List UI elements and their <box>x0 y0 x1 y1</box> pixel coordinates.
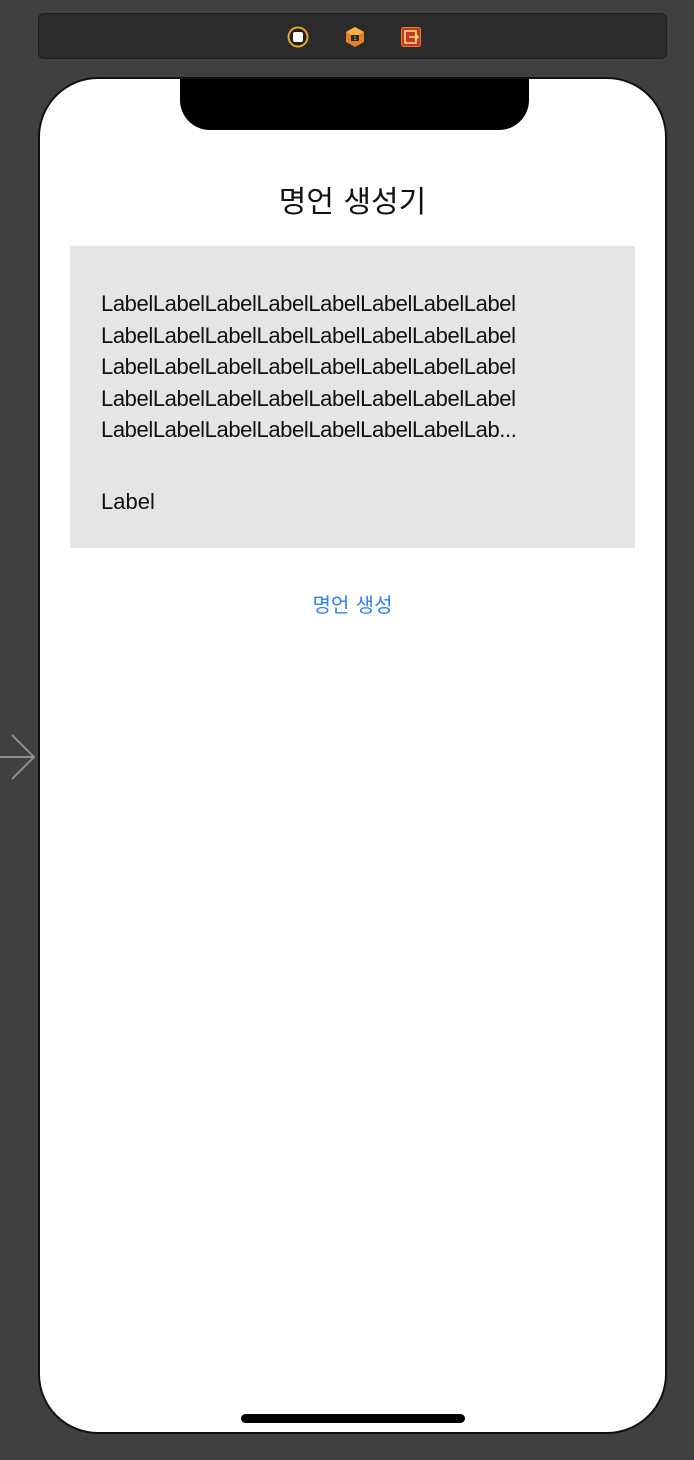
exit-icon[interactable] <box>399 25 423 49</box>
home-indicator <box>241 1414 465 1423</box>
device-notch <box>180 79 529 130</box>
svg-text:1: 1 <box>353 36 356 42</box>
entry-point-arrow-icon[interactable] <box>0 732 36 782</box>
author-label: Label <box>101 489 155 514</box>
storyboard-canvas: 1 명언 생성기 LabelLabelLabelLabelLabelLabelL… <box>0 0 694 1460</box>
generate-quote-button[interactable]: 명언 생성 <box>40 589 665 618</box>
page-title: 명언 생성기 <box>278 185 427 220</box>
view-controller-icon[interactable] <box>286 25 310 49</box>
iphone-device-frame: 명언 생성기 LabelLabelLabelLabelLabelLabelLab… <box>38 77 667 1434</box>
quote-card: LabelLabelLabelLabelLabelLabelLabelLabel… <box>70 246 635 548</box>
scene-dock: 1 <box>38 13 667 59</box>
quote-label: LabelLabelLabelLabelLabelLabelLabelLabel… <box>101 291 517 442</box>
first-responder-icon[interactable]: 1 <box>343 25 367 49</box>
